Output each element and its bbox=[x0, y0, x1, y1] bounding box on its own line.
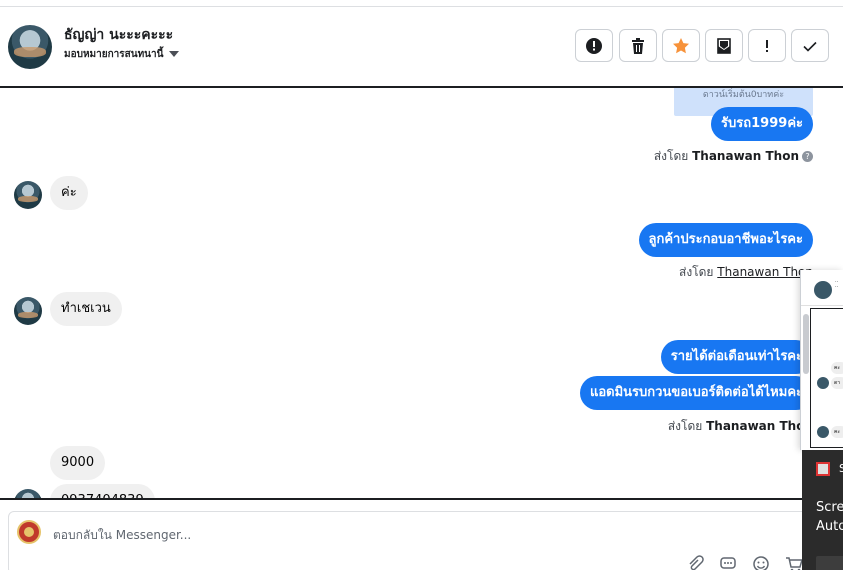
screenshot-toast[interactable]: S Scre Auto bbox=[802, 450, 843, 570]
attach-button[interactable] bbox=[686, 555, 704, 570]
done-button[interactable] bbox=[791, 29, 829, 62]
page-avatar bbox=[17, 520, 41, 544]
chat-bubble-icon bbox=[720, 557, 736, 569]
conversation-header: ธัญญ่า นะะะคะะะ มอบหมายการสนทนานี้ bbox=[0, 7, 843, 87]
sent-by-label: ส่งโดย Thanawan Thon? bbox=[654, 147, 813, 166]
message-thread[interactable]: ดาวน์เริ่มต้น0บาทค่ะ รับรถ1999ค่ะ ส่งโดย… bbox=[0, 88, 843, 498]
caret-down-icon bbox=[169, 51, 180, 57]
sent-by-prefix: ส่งโดย bbox=[667, 419, 703, 433]
incoming-message[interactable]: ทำเชเวน bbox=[50, 292, 122, 326]
popup-bubble: คะ bbox=[831, 426, 843, 438]
delete-button[interactable] bbox=[619, 29, 657, 62]
contact-avatar-small bbox=[14, 489, 42, 498]
page-logo-icon bbox=[24, 527, 34, 537]
popup-contact-avatar bbox=[817, 377, 829, 389]
reply-input[interactable]: ตอบกลับใน Messenger... bbox=[53, 526, 191, 545]
popup-header: ·· ·· bbox=[801, 270, 843, 306]
outgoing-message[interactable]: ลูกค้าประกอบอาชีพอะไรคะ bbox=[638, 223, 813, 257]
sender-name[interactable]: Thanawan Thon bbox=[706, 419, 813, 433]
popup-bubble: คะ bbox=[831, 362, 843, 374]
popup-contact-avatar bbox=[817, 426, 829, 438]
assign-conversation-dropdown[interactable]: มอบหมายการสนทนานี้ bbox=[64, 47, 180, 62]
contact-avatar[interactable] bbox=[8, 25, 52, 69]
help-icon[interactable]: ? bbox=[802, 151, 813, 162]
popup-avatar bbox=[814, 281, 832, 299]
sent-by-label: ส่งโดย Thanawan Thon bbox=[668, 417, 813, 436]
sender-name[interactable]: Thanawan Thon bbox=[692, 149, 799, 163]
outgoing-message[interactable]: รายได้ต่อเดือนเท่าไรคะ bbox=[660, 340, 813, 374]
assign-label: มอบหมายการสนทนานี้ bbox=[64, 49, 164, 60]
star-icon bbox=[673, 37, 689, 53]
sent-by-prefix: ส่งโดย bbox=[679, 265, 714, 279]
mark-unread-button[interactable] bbox=[705, 29, 743, 62]
checkmark-icon bbox=[803, 41, 817, 52]
toast-title: Scre bbox=[816, 500, 843, 515]
exclamation-icon bbox=[766, 39, 768, 52]
popup-title: ·· ·· bbox=[835, 279, 839, 290]
toast-body: Auto bbox=[816, 519, 843, 534]
outgoing-message[interactable]: รับรถ1999ค่ะ bbox=[711, 107, 813, 141]
snipping-tool-icon bbox=[816, 462, 830, 476]
cart-icon bbox=[786, 557, 803, 570]
important-button[interactable] bbox=[748, 29, 786, 62]
envelope-icon bbox=[717, 37, 731, 54]
sent-by-prefix: ส่งโดย bbox=[653, 149, 689, 163]
report-button[interactable] bbox=[575, 29, 613, 62]
paperclip-icon bbox=[689, 555, 704, 570]
contact-name[interactable]: ธัญญ่า นะะะคะะะ bbox=[64, 24, 173, 46]
star-button[interactable] bbox=[662, 29, 700, 62]
alert-circle-icon bbox=[586, 37, 602, 54]
contact-avatar-small bbox=[14, 297, 42, 325]
toast-app-name: S bbox=[839, 462, 843, 475]
toast-action-button[interactable] bbox=[816, 556, 843, 570]
saved-replies-button[interactable] bbox=[719, 555, 737, 570]
contact-avatar-small bbox=[14, 181, 42, 209]
popup-scrollbar[interactable] bbox=[803, 314, 809, 374]
popup-bubble: ดา bbox=[831, 377, 843, 389]
reply-composer: ตอบกลับใน Messenger... bbox=[0, 500, 843, 570]
emoji-icon bbox=[753, 556, 769, 570]
trash-icon bbox=[632, 37, 644, 54]
popup-chat-window[interactable]: ·· ·· คะ ดา คะ bbox=[800, 270, 843, 450]
outgoing-message[interactable]: แอดมินรบกวนขอเบอร์ติดต่อได้ไหมคะ bbox=[579, 376, 813, 410]
sender-name[interactable]: Thanawan Thon bbox=[717, 265, 813, 279]
emoji-button[interactable] bbox=[752, 555, 770, 570]
sent-by-label: ส่งโดย Thanawan Thon bbox=[679, 263, 813, 282]
incoming-message[interactable]: ค่ะ bbox=[50, 176, 88, 210]
incoming-message[interactable]: 9000 bbox=[50, 446, 106, 480]
shop-button[interactable] bbox=[785, 555, 803, 570]
incoming-message[interactable]: 0937404839 bbox=[50, 484, 155, 498]
